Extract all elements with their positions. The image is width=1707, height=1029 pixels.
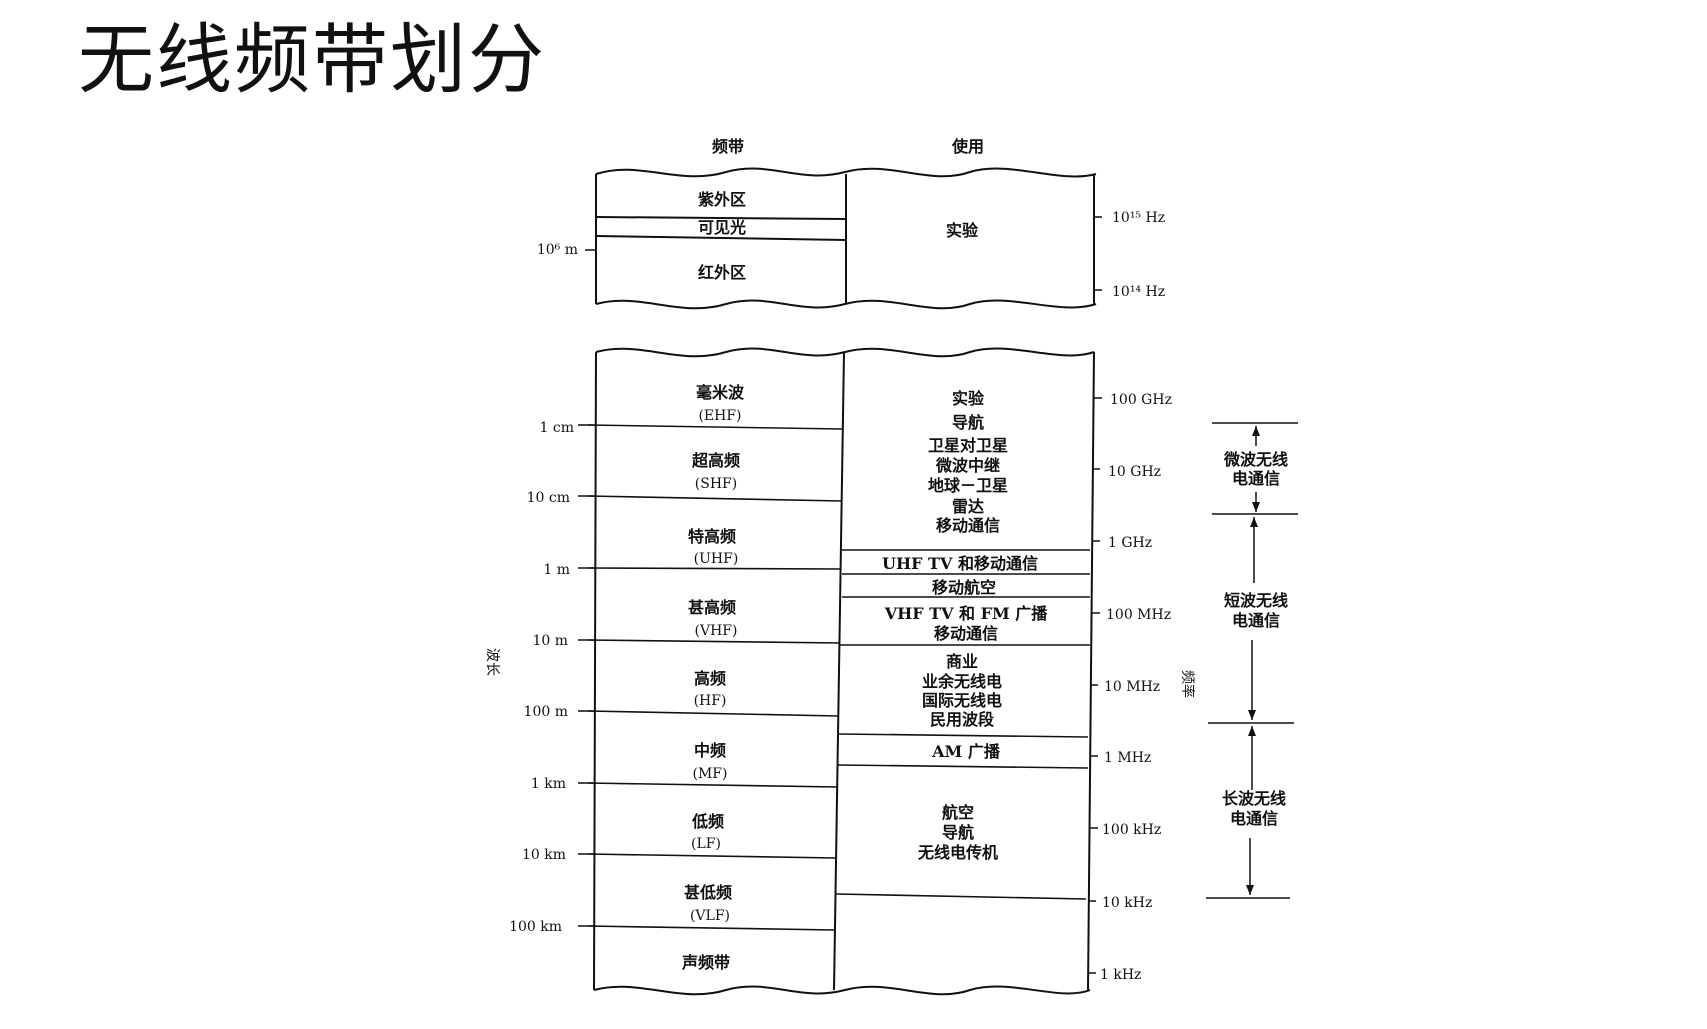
header-usage: 使用	[951, 137, 984, 156]
band-name: 高频	[694, 669, 726, 688]
wavelength-labels: 1 cm 10 cm 1 m 10 m 100 m 1 km 10 km 100…	[509, 420, 574, 935]
frequency-labels: 100 GHz 10 GHz 1 GHz 100 MHz 10 MHz 1 MH…	[1100, 392, 1172, 983]
band-abbr: (EHF)	[698, 408, 741, 424]
band-abbr: (MF)	[693, 766, 728, 782]
comm-type-label: 电通信	[1230, 809, 1278, 828]
band-abbr: (UHF)	[694, 551, 739, 567]
usage-text: UHF TV 和移动通信	[882, 554, 1038, 573]
usage-text: 移动通信	[936, 516, 1000, 535]
band-abbr: (SHF)	[695, 476, 737, 492]
wavelength-label: 10 m	[532, 633, 568, 649]
band-name: 甚低频	[684, 883, 732, 902]
upper-frequency-label: 10¹⁴ Hz	[1112, 284, 1165, 300]
usage-text: 移动通信	[934, 624, 998, 643]
upper-usage: 实验	[946, 221, 979, 240]
usage-text: 导航	[952, 413, 984, 432]
usage-text: VHF TV 和 FM 广播	[884, 604, 1049, 623]
band-name: 超高频	[691, 451, 740, 470]
wavelength-axis-label: 波长	[484, 648, 500, 676]
upper-band-visible: 可见光	[698, 218, 746, 237]
usage-text: 移动航空	[932, 578, 996, 597]
frequency-ticks	[1088, 397, 1102, 974]
band-name: 甚高频	[688, 598, 736, 617]
band-name: 声频带	[681, 953, 730, 972]
band-name: 低频	[691, 812, 724, 831]
usage-text: 实验	[952, 389, 985, 408]
upper-band-ir: 红外区	[698, 263, 746, 282]
comm-type-label: 电通信	[1232, 611, 1280, 630]
frequency-label: 1 GHz	[1108, 535, 1152, 551]
band-name: 特高频	[688, 527, 736, 546]
usage-text: 地球－卫星	[928, 476, 1008, 495]
usage-text: 无线电传机	[917, 843, 998, 862]
usage-text: 民用波段	[930, 710, 995, 729]
frequency-label: 10 MHz	[1104, 679, 1160, 695]
comm-type-label: 电通信	[1232, 469, 1280, 488]
wavelength-ticks	[578, 424, 596, 927]
wavelength-label: 10 km	[522, 847, 566, 863]
upper-frequency-label: 10¹⁵ Hz	[1112, 210, 1165, 226]
upper-section	[595, 167, 1097, 310]
usage-text: 导航	[942, 823, 974, 842]
usage-text: AM 广播	[931, 742, 1001, 761]
comm-type-label: 微波无线	[1223, 450, 1288, 469]
band-abbr: (VHF)	[695, 623, 738, 639]
wavelength-label: 10 cm	[527, 490, 570, 506]
usage-text: 微波中继	[935, 456, 1000, 475]
usage-text: 业余无线电	[922, 672, 1002, 691]
frequency-axis-label: 频率	[1179, 670, 1196, 698]
comm-type-label: 短波无线	[1224, 591, 1288, 610]
band-name: 中频	[694, 741, 726, 760]
band-abbr: (HF)	[694, 693, 727, 709]
band-labels: 毫米波 (EHF) 超高频 (SHF) 特高频 (UHF) 甚高频 (VHF) …	[681, 383, 745, 972]
frequency-label: 10 kHz	[1102, 895, 1152, 911]
frequency-label: 100 kHz	[1102, 822, 1161, 838]
wavelength-label: 100 km	[509, 919, 562, 935]
wavelength-label: 1 m	[543, 562, 570, 578]
frequency-label: 100 MHz	[1106, 607, 1171, 623]
wavelength-label: 1 cm	[540, 420, 574, 436]
wavelength-label: 100 m	[524, 704, 568, 720]
comm-type-label: 长波无线	[1222, 789, 1286, 808]
frequency-label: 10 GHz	[1108, 464, 1161, 480]
frequency-label: 100 GHz	[1110, 392, 1172, 408]
wavelength-label: 1 km	[531, 776, 566, 792]
usage-labels: 实验 导航 卫星对卫星 微波中继 地球－卫星 雷达 移动通信 UHF TV 和移…	[882, 389, 1048, 862]
band-name: 毫米波	[696, 383, 745, 402]
band-abbr: (LF)	[691, 836, 721, 852]
usage-text: 国际无线电	[922, 691, 1002, 710]
upper-band-uv: 紫外区	[698, 190, 746, 209]
header-band: 频带	[712, 137, 744, 156]
usage-text: 航空	[942, 803, 974, 822]
frequency-label: 1 kHz	[1100, 967, 1141, 983]
band-abbr: (VLF)	[690, 908, 730, 924]
usage-text: 卫星对卫星	[928, 436, 1008, 455]
frequency-band-diagram: 频带 使用 紫外区 可见光 红外区 实验 10⁶ m 10¹⁵ Hz 10¹⁴ …	[484, 137, 1298, 996]
upper-wavelength-label: 10⁶ m	[537, 242, 578, 258]
frequency-label: 1 MHz	[1104, 750, 1151, 766]
usage-text: 雷达	[952, 497, 984, 516]
usage-text: 商业	[946, 652, 978, 671]
